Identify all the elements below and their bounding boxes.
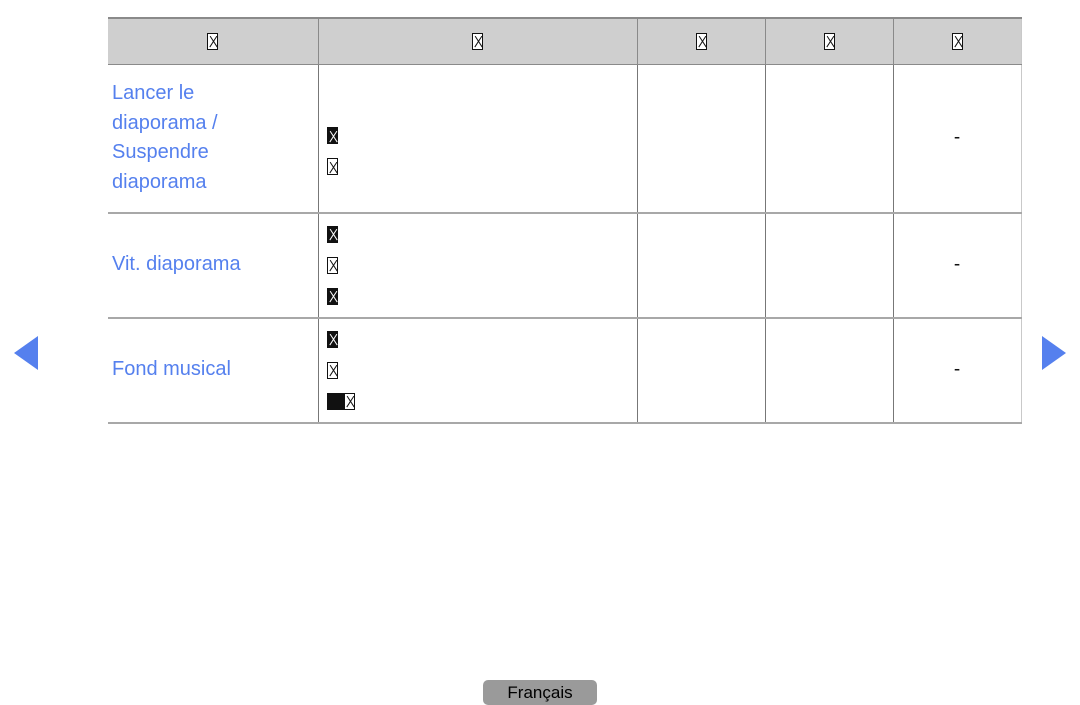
language-button[interactable]: Français: [483, 680, 597, 705]
row-label-line: diaporama /: [112, 111, 218, 134]
missing-glyph-icon: [823, 32, 835, 50]
option-item: [326, 250, 627, 281]
missing-glyph-inverted-icon: [326, 225, 338, 243]
row-cell-col3: [636, 212, 765, 319]
row-options-cell: [317, 212, 637, 319]
missing-glyph-inverted-icon: [326, 127, 338, 145]
option-item: [326, 120, 627, 151]
row-cell-col4: [764, 317, 893, 424]
row-label-line: Lancer le: [112, 82, 195, 105]
option-item: [326, 151, 627, 182]
missing-glyph-icon: [326, 158, 338, 176]
option-item: [326, 281, 627, 312]
option-item: [326, 219, 627, 250]
specification-table-container: Lancer le diaporama / Suspendre diaporam…: [108, 17, 1022, 424]
row-options-cell: [317, 317, 637, 424]
row-label-line: Suspendre: [112, 141, 209, 164]
missing-glyph-icon: [343, 392, 355, 410]
row-options-cell: [317, 64, 637, 214]
specification-table: Lancer le diaporama / Suspendre diaporam…: [108, 17, 1022, 424]
row-cell-col3: [636, 64, 765, 214]
row-label-cell: Fond musical: [108, 317, 318, 424]
table-header-cell-1: [108, 17, 318, 65]
option-item: [326, 386, 627, 417]
missing-glyph-icon: [951, 32, 963, 50]
missing-glyph-icon: [326, 256, 338, 274]
table-header-cell-4: [764, 17, 893, 65]
row-cell-col5: -: [892, 64, 1022, 214]
missing-glyph-icon: [695, 32, 707, 50]
table-header-cell-3: [636, 17, 765, 65]
filled-block-icon: [326, 392, 344, 410]
next-page-arrow-icon[interactable]: [1042, 336, 1066, 370]
missing-glyph-inverted-icon: [326, 287, 338, 305]
option-item: [326, 355, 627, 386]
table-header-row: [108, 17, 1022, 65]
row-cell-col4: [764, 212, 893, 319]
option-item: [326, 324, 627, 355]
row-cell-col3: [636, 317, 765, 424]
row-cell-col5: -: [892, 317, 1022, 424]
table-header-cell-2: [317, 17, 637, 65]
previous-page-arrow-icon[interactable]: [14, 336, 38, 370]
missing-glyph-inverted-icon: [326, 330, 338, 348]
row-cell-col5: -: [892, 212, 1022, 319]
table-row: Lancer le diaporama / Suspendre diaporam…: [108, 64, 1022, 214]
row-cell-col4: [764, 64, 893, 214]
table-row: Vit. diaporama -: [108, 212, 1022, 319]
row-label-cell: Vit. diaporama: [108, 212, 318, 319]
row-label-cell: Lancer le diaporama / Suspendre diaporam…: [108, 64, 318, 214]
table-row: Fond musical -: [108, 317, 1022, 424]
missing-glyph-icon: [207, 32, 219, 50]
row-label-line: diaporama: [112, 170, 207, 193]
table-header-cell-5: [892, 17, 1022, 65]
missing-glyph-icon: [326, 361, 338, 379]
missing-glyph-icon: [472, 32, 483, 50]
